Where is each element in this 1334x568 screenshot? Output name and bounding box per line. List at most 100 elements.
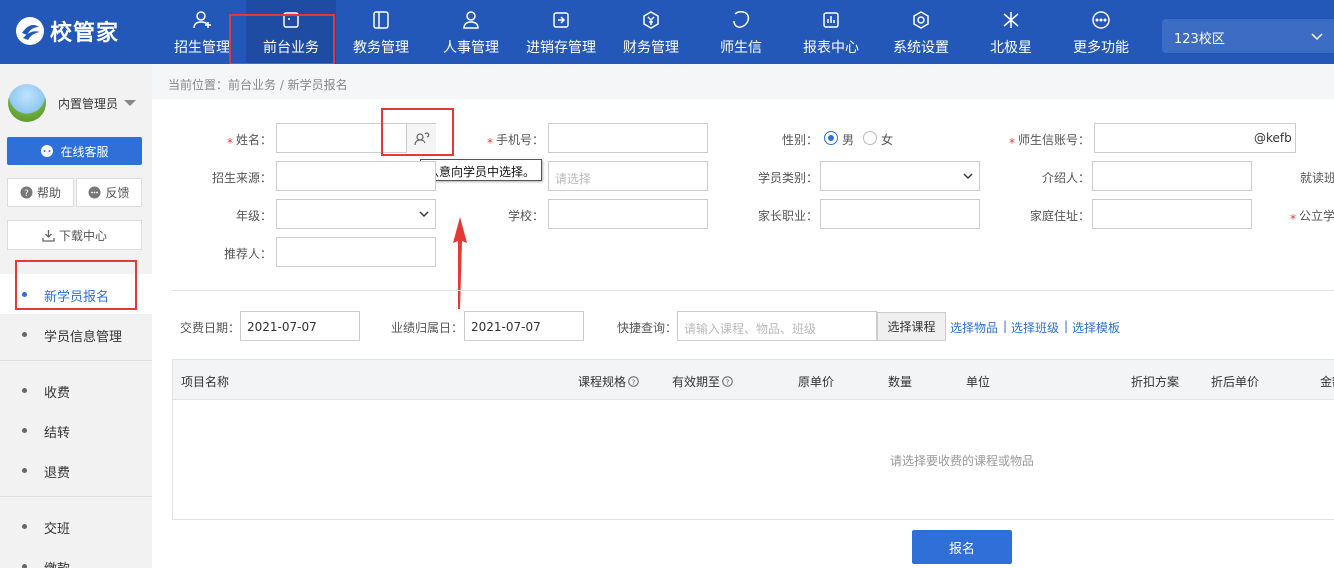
choose-class-link[interactable]: 选择班级 bbox=[1011, 319, 1059, 336]
help-icon: ? bbox=[20, 186, 33, 199]
source-input[interactable] bbox=[276, 161, 436, 191]
choose-template-link[interactable]: 选择模板 bbox=[1072, 319, 1120, 336]
sidebar-item-refund[interactable]: 退费 bbox=[0, 450, 152, 490]
table-empty-message: 请选择要收费的课程或物品 bbox=[890, 454, 1035, 468]
referrer-input[interactable] bbox=[1092, 161, 1252, 191]
sidebar-item-shift[interactable]: 交班 bbox=[0, 506, 152, 546]
enroll-button[interactable]: 报名 bbox=[912, 530, 1012, 564]
arrow-up-icon bbox=[453, 217, 467, 309]
download-center-button[interactable]: 下载中心 bbox=[7, 220, 142, 250]
more-icon bbox=[1092, 11, 1110, 29]
gender-female-radio[interactable] bbox=[863, 131, 877, 145]
report-icon bbox=[823, 12, 839, 28]
nav-item-inventory[interactable]: 进销存管理 bbox=[516, 0, 606, 64]
parent-job-label: 家长职业： bbox=[757, 209, 818, 223]
col-discounted-price: 折后单价 bbox=[1211, 375, 1260, 389]
bullet-icon bbox=[22, 468, 27, 473]
referrer-label: 介绍人： bbox=[1041, 171, 1090, 185]
gender-label: 性别： bbox=[781, 133, 818, 147]
caret-down-icon bbox=[124, 100, 137, 106]
gender-male-radio[interactable] bbox=[824, 131, 838, 145]
quick-search-input[interactable]: 请输入课程、物品、班级 bbox=[677, 311, 877, 341]
table-header: 项目名称 课程规格? 有效期至? 原单价 数量 单位 折扣方案 折后单价 金额 bbox=[173, 360, 1334, 400]
nav-item-polaris[interactable]: 北极星 bbox=[966, 0, 1056, 64]
col-quantity: 数量 bbox=[888, 375, 913, 389]
student-type-select[interactable] bbox=[820, 161, 980, 191]
school-input[interactable] bbox=[548, 199, 708, 229]
phone-input[interactable] bbox=[548, 123, 708, 153]
class-label: 就读班 bbox=[1300, 171, 1334, 185]
nav-item-enrollment[interactable]: 招生管理 bbox=[157, 0, 247, 64]
sidebar-item-charge[interactable]: 收费 bbox=[0, 370, 152, 410]
recommender-input[interactable] bbox=[276, 237, 436, 267]
account-suffix: @kefb bbox=[1254, 131, 1292, 145]
star-icon bbox=[1003, 12, 1019, 28]
school-label: 学校： bbox=[507, 209, 544, 223]
message-icon bbox=[733, 11, 750, 28]
help-button[interactable]: ? 帮助 bbox=[7, 178, 74, 207]
nav-item-academic[interactable]: 教务管理 bbox=[336, 0, 426, 64]
col-unit-price: 原单价 bbox=[798, 375, 835, 389]
sidebar-item-transfer[interactable]: 结转 bbox=[0, 410, 152, 450]
name-label: * 姓名： bbox=[226, 133, 272, 150]
user-menu[interactable]: 内置管理员 bbox=[8, 84, 137, 122]
brand-logo[interactable]: 校管家 bbox=[14, 15, 119, 47]
choose-goods-link[interactable]: 选择物品 bbox=[950, 319, 998, 336]
grade-label: 年级： bbox=[235, 209, 272, 223]
logo-icon bbox=[16, 17, 44, 45]
col-amount: 金额 bbox=[1320, 375, 1334, 389]
sidebar-item-payment[interactable]: 缴款 bbox=[0, 546, 152, 568]
public-school-label: * 公立学 bbox=[1290, 209, 1334, 226]
source-label: 招生来源： bbox=[211, 171, 272, 185]
field2-select[interactable]: 请选择 bbox=[548, 161, 708, 191]
svg-text:?: ? bbox=[24, 189, 29, 199]
yen-icon bbox=[643, 11, 659, 29]
col-valid-until: 有效期至? bbox=[672, 373, 733, 390]
sidebar-divider bbox=[0, 496, 152, 497]
nav-item-finance[interactable]: 财务管理 bbox=[606, 0, 696, 64]
grade-select[interactable] bbox=[276, 199, 436, 229]
gender-male-label: 男 bbox=[842, 133, 855, 147]
address-input[interactable] bbox=[1092, 199, 1252, 229]
inventory-icon bbox=[553, 12, 569, 28]
sidebar-item-new-enrollment[interactable]: 新学员报名 bbox=[0, 274, 152, 314]
desk-icon bbox=[283, 12, 299, 28]
nav-item-settings[interactable]: 系统设置 bbox=[876, 0, 966, 64]
bullet-icon bbox=[22, 388, 27, 393]
brand-name: 校管家 bbox=[50, 21, 120, 46]
recommender-label: 推荐人： bbox=[223, 247, 272, 261]
top-navbar: 校管家 招生管理 前台业务 教务管理 人事管理 进销存管理 财务管理 师生信 报… bbox=[0, 0, 1334, 64]
person-icon bbox=[463, 11, 479, 29]
feedback-button[interactable]: 反馈 bbox=[76, 178, 142, 207]
online-service-button[interactable]: 在线客服 bbox=[7, 137, 142, 165]
performance-date-input[interactable]: 2021-07-07 bbox=[464, 311, 584, 341]
parent-job-input[interactable] bbox=[820, 199, 980, 229]
section-divider bbox=[172, 290, 1334, 291]
payment-date-input[interactable]: 2021-07-07 bbox=[240, 311, 360, 341]
performance-date-label: 业绩归属日： bbox=[391, 321, 464, 335]
chat-icon bbox=[41, 145, 54, 157]
col-unit: 单位 bbox=[966, 375, 991, 389]
nav-item-more[interactable]: 更多功能 bbox=[1056, 0, 1146, 64]
nav-item-front-desk[interactable]: 前台业务 bbox=[246, 0, 336, 64]
sidebar-item-student-info[interactable]: 学员信息管理 bbox=[0, 314, 152, 354]
bullet-icon bbox=[22, 332, 27, 337]
book-icon bbox=[373, 11, 389, 29]
payment-date-label: 交费日期： bbox=[180, 321, 241, 335]
quick-search-label: 快捷查询： bbox=[617, 321, 678, 335]
campus-select[interactable]: 123校区 bbox=[1162, 19, 1334, 53]
chevron-down-icon bbox=[419, 211, 429, 217]
link-separator: | bbox=[1064, 319, 1069, 333]
nav-item-hr[interactable]: 人事管理 bbox=[426, 0, 516, 64]
svg-text:?: ? bbox=[726, 378, 730, 386]
col-item-name: 项目名称 bbox=[181, 375, 230, 389]
nav-item-messenger[interactable]: 师生信 bbox=[696, 0, 786, 64]
sidebar: 内置管理员 在线客服 ? 帮助 反馈 下载中心 新学员报名 学员信息管理 收费 … bbox=[0, 64, 152, 568]
address-label: 家庭住址： bbox=[1029, 209, 1090, 223]
campus-value: 123校区 bbox=[1174, 32, 1225, 47]
nav-item-reports[interactable]: 报表中心 bbox=[786, 0, 876, 64]
sidebar-divider bbox=[0, 360, 152, 361]
select-intended-student-button[interactable] bbox=[406, 124, 436, 153]
chevron-down-icon bbox=[963, 173, 973, 179]
choose-course-button[interactable]: 选择课程 bbox=[877, 312, 946, 341]
